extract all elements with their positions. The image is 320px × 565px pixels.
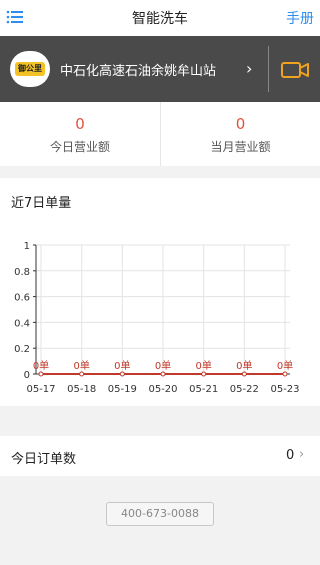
today-revenue-value: 0 (75, 115, 85, 133)
x-tick-label: 05-23 (270, 384, 299, 395)
y-tick-label: 0.6 (14, 293, 30, 304)
chevron-right-icon[interactable]: › (246, 59, 252, 78)
weekly-orders-chart-card: 近7日单量 0 0.2 0.4 0.6 0.8 1 05-17 05-18 05-19 05-20… (0, 178, 320, 406)
month-revenue-value: 0 (235, 115, 246, 133)
today-orders-count: 0 (286, 448, 295, 463)
station-logo-text: 御公里 (15, 62, 45, 76)
x-tick-label: 05-19 (108, 384, 137, 395)
chevron-right-icon[interactable]: › (299, 447, 304, 462)
month-revenue-label: 当月营业额 (210, 140, 271, 154)
page-title: 智能洗车 (132, 11, 188, 27)
y-tick-label: 0.4 (14, 318, 30, 329)
y-tick-label: 1 (24, 241, 30, 252)
revenue-stats: 0 今日营业额 0 当月营业额 (0, 102, 320, 166)
month-revenue[interactable]: 0 当月营业额 (160, 102, 320, 166)
data-point (201, 371, 207, 377)
data-point (241, 371, 247, 377)
today-orders-row[interactable]: 今日订单数 0 › (0, 436, 320, 476)
x-tick-label: 05-21 (189, 384, 218, 395)
station-divider (268, 46, 269, 92)
top-nav-bar: 智能洗车 手册 (0, 0, 320, 36)
data-label: 0单 (33, 360, 49, 372)
data-point (79, 371, 85, 377)
data-point (119, 371, 125, 377)
y-tick-label: 0.2 (14, 344, 30, 355)
station-logo: 御公里 (10, 51, 50, 87)
x-tick-label: 05-18 (67, 384, 96, 395)
x-tick-label: 05-17 (26, 384, 55, 395)
data-label: 0单 (277, 360, 293, 372)
station-selector[interactable]: 御公里 中石化高速石油余姚牟山站 › (0, 36, 320, 102)
data-label: 0单 (195, 360, 211, 372)
station-name[interactable]: 中石化高速石油余姚牟山站 (60, 60, 216, 79)
today-orders-label: 今日订单数 (11, 452, 77, 467)
today-revenue-label: 今日营业额 (49, 140, 110, 154)
data-label: 0单 (236, 360, 252, 372)
x-tick-label: 05-22 (230, 384, 259, 395)
data-point (38, 371, 44, 377)
x-tick-label: 05-20 (148, 384, 177, 395)
y-tick-label: 0.8 (14, 267, 30, 278)
data-point (160, 371, 166, 377)
service-phone-button[interactable]: 400-673-0088 (106, 502, 214, 526)
manual-button[interactable]: 手册 (286, 8, 314, 28)
weekly-orders-chart: 0 0.2 0.4 0.6 0.8 1 05-17 05-18 05-19 05-20 05-21 0… (14, 241, 299, 395)
data-label: 0单 (73, 360, 89, 372)
data-point (282, 371, 288, 377)
data-label: 0单 (114, 360, 130, 372)
today-revenue[interactable]: 0 今日营业额 (0, 102, 160, 166)
y-tick-label: 0 (24, 370, 30, 381)
video-camera-icon[interactable] (281, 61, 309, 79)
data-label: 0单 (155, 360, 171, 372)
